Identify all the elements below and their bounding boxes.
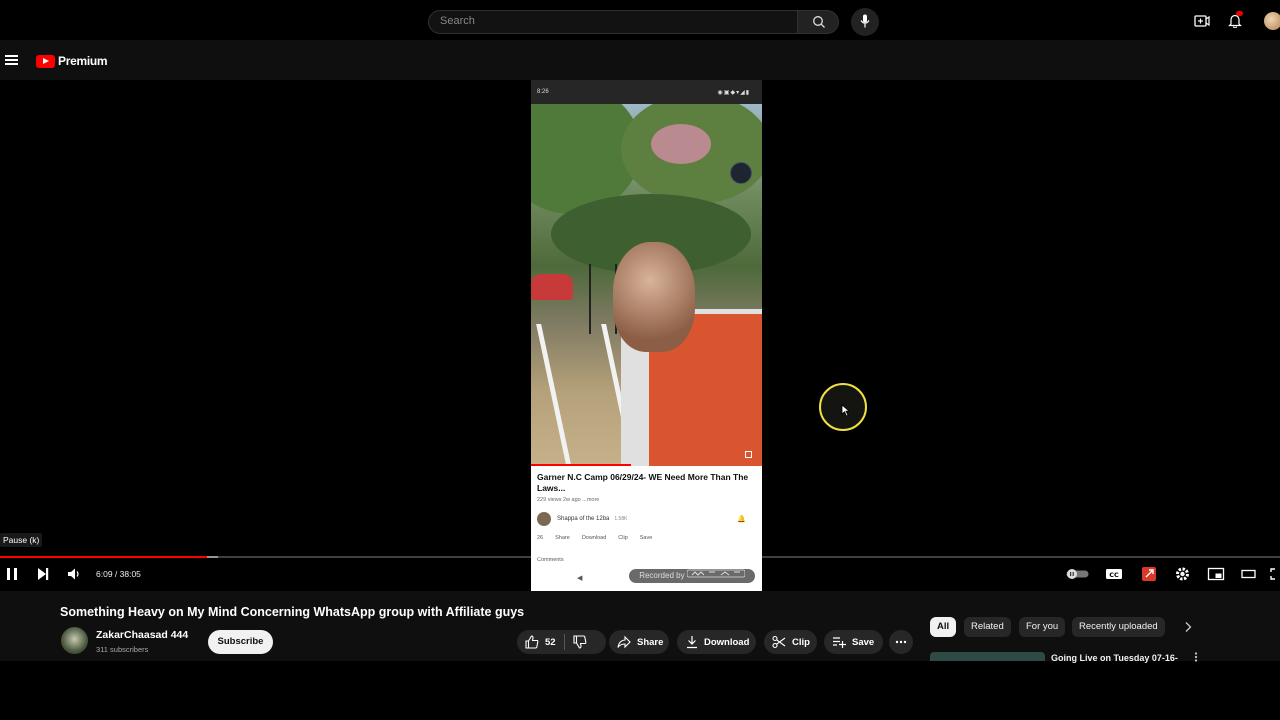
progress-bar[interactable]	[0, 556, 1280, 558]
phone-status-bar: 8:26 ◉▣◆▾◢▮	[531, 80, 762, 104]
recorded-watermark: Recorded by	[629, 569, 755, 583]
settings-gear-icon[interactable]	[1174, 566, 1191, 582]
tree-blossom	[651, 124, 711, 164]
extension-icon[interactable]	[1140, 566, 1158, 582]
channel-avatar[interactable]	[61, 627, 88, 654]
youtube-logo[interactable]: Premium	[36, 54, 108, 68]
subtitles-icon[interactable]: CC	[1105, 566, 1123, 582]
recommendation-title[interactable]: Going Live on Tuesday 07-16-	[1051, 653, 1178, 663]
download-label: Download	[704, 636, 750, 648]
notification-badge	[1236, 11, 1243, 16]
volume-icon[interactable]	[67, 566, 81, 582]
phone-channel-avatar	[537, 512, 551, 526]
phone-actions-row: 26 Share Download Clip Save	[537, 535, 756, 541]
save-label: Save	[852, 636, 875, 648]
more-vertical-icon[interactable]	[1194, 652, 1198, 662]
phone-back-icon: ◀	[577, 575, 583, 582]
pause-icon[interactable]	[5, 566, 19, 582]
clip-button[interactable]: Clip	[764, 630, 817, 654]
pause-tooltip: Pause (k)	[0, 533, 43, 547]
phone-share: Share	[555, 535, 570, 541]
recommendation-thumbnail[interactable]	[930, 652, 1045, 661]
svg-text:CC: CC	[1109, 571, 1119, 579]
scissors-icon	[772, 635, 786, 649]
phone-channel-name: Shappa of the 12ba	[557, 516, 610, 522]
like-dislike-group: 52	[517, 630, 606, 654]
phone-save: Save	[639, 535, 653, 541]
menu-icon[interactable]	[5, 55, 18, 65]
create-video-icon[interactable]	[1194, 14, 1210, 28]
miniplayer-icon[interactable]	[1207, 566, 1225, 582]
time-display: 6:09 / 38:05	[96, 569, 141, 579]
subscribe-button[interactable]: Subscribe	[208, 630, 273, 654]
chevron-right-icon[interactable]	[1184, 621, 1192, 633]
download-icon	[687, 636, 697, 649]
like-count[interactable]: 52	[545, 637, 556, 648]
progress-played	[0, 556, 208, 558]
account-avatar[interactable]	[1264, 12, 1280, 30]
youtube-play-icon	[36, 54, 55, 68]
phone-bell-icon: 🔔	[737, 516, 746, 523]
channel-watermark	[730, 162, 752, 184]
phone-status-icons: ◉▣◆▾◢▮	[717, 90, 750, 96]
phone-video-title: Garner N.C Camp 06/29/24- WE Need More T…	[537, 472, 749, 493]
recorded-text: Recorded by	[639, 571, 685, 580]
share-label: Share	[637, 636, 664, 648]
subscriber-count: 311 subscribers	[96, 645, 149, 654]
video-title: Something Heavy on My Mind Concerning Wh…	[60, 605, 525, 619]
phone-progress-bar	[531, 464, 631, 466]
chip-recently-uploaded[interactable]: Recently uploaded	[1072, 617, 1165, 637]
thumbs-up-icon[interactable]	[525, 635, 539, 649]
autoplay-toggle-icon[interactable]	[1066, 568, 1090, 580]
search-placeholder: Search	[440, 15, 475, 27]
person-head	[613, 242, 695, 352]
clip-label: Clip	[792, 636, 810, 648]
microphone-icon	[860, 14, 870, 28]
more-actions-button[interactable]	[889, 630, 913, 654]
voice-search-button[interactable]	[851, 8, 879, 36]
embedded-phone-recording: 8:26 ◉▣◆▾◢▮ Garner N.C Camp 06/29/24- WE…	[531, 80, 762, 591]
phone-channel-row: Shappa of the 12ba 1.58K 🔔	[537, 512, 756, 526]
mouse-cursor-icon	[841, 404, 850, 417]
more-horizontal-icon	[895, 640, 907, 644]
fullscreen-icon	[745, 451, 752, 458]
phone-video-info: Garner N.C Camp 06/29/24- WE Need More T…	[531, 466, 762, 563]
logo-text: Premium	[58, 54, 108, 68]
search-icon	[813, 16, 825, 28]
chip-all[interactable]: All	[930, 617, 957, 637]
search-button[interactable]	[797, 10, 839, 34]
phone-clip: Clip	[618, 535, 628, 541]
notifications-button[interactable]	[1228, 11, 1243, 33]
mobizen-logo	[686, 569, 746, 578]
red-car	[531, 274, 573, 300]
phone-like-count: 26	[537, 535, 544, 541]
search-input[interactable]	[428, 10, 798, 34]
share-icon	[617, 635, 631, 649]
phone-channel-subs: 1.58K	[614, 516, 628, 522]
chip-for-you[interactable]: For you	[1019, 617, 1066, 637]
top-header: Premium	[0, 40, 1280, 80]
phone-download: Download	[581, 535, 607, 541]
share-button[interactable]: Share	[609, 630, 669, 654]
fullscreen-button-icon[interactable]	[1270, 566, 1280, 582]
phone-clock: 8:26	[537, 89, 549, 95]
save-button[interactable]: Save	[824, 630, 883, 654]
download-button[interactable]: Download	[677, 630, 756, 654]
thumbs-down-icon[interactable]	[573, 635, 587, 649]
phone-video-frame	[531, 104, 762, 466]
theater-mode-icon[interactable]	[1240, 566, 1258, 582]
phone-video-meta: 229 views 2w ago ...more	[537, 497, 600, 503]
next-icon[interactable]	[36, 566, 50, 582]
like-divider	[563, 634, 565, 650]
chip-related[interactable]: Related	[964, 617, 1011, 637]
playlist-add-icon	[833, 637, 846, 648]
channel-name[interactable]: ZakarChaasad 444	[96, 629, 188, 641]
